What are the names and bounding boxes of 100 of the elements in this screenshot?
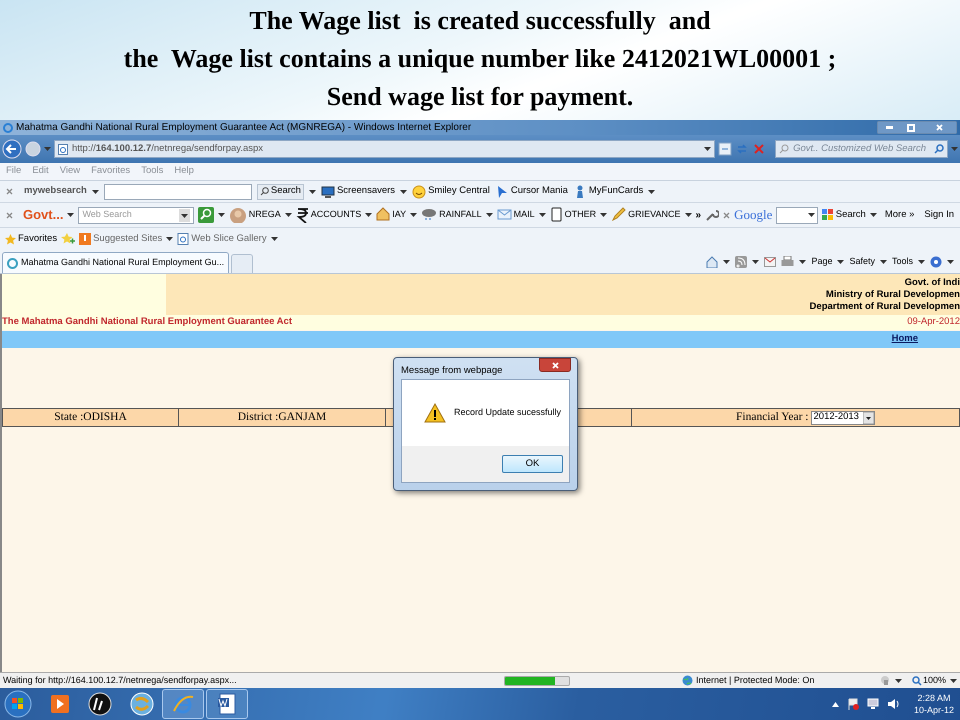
toolbar-brand: Govt...	[23, 206, 64, 224]
search-icon[interactable]	[934, 144, 944, 154]
dropdown-caret-icon[interactable]	[950, 678, 957, 682]
close-button[interactable]	[539, 358, 571, 372]
dropdown-caret-icon[interactable]	[918, 260, 925, 264]
close-icon[interactable]	[723, 212, 730, 218]
feed-icon[interactable]	[735, 256, 748, 268]
toolbar-button[interactable]: Screensavers	[320, 184, 396, 199]
financial-year-select[interactable]: 2012-2013	[810, 410, 875, 424]
dropdown-caret-icon[interactable]	[486, 213, 493, 217]
house-icon	[376, 207, 390, 223]
help-icon[interactable]	[930, 256, 942, 268]
dropdown-caret-icon[interactable]	[808, 213, 815, 217]
smiley-icon	[412, 184, 426, 198]
dropdown-caret-icon[interactable]	[837, 260, 844, 264]
home-icon[interactable]	[706, 256, 718, 268]
toolbar-button[interactable]: RAINFALL	[421, 207, 482, 223]
close-icon[interactable]	[6, 212, 13, 218]
dropdown-caret-icon[interactable]	[218, 213, 225, 217]
media-player-icon[interactable]	[50, 694, 70, 714]
add-favorite-icon[interactable]	[61, 233, 76, 245]
star-icon	[5, 234, 16, 244]
dropdown-caret-icon[interactable]	[284, 213, 292, 217]
clock-time: 2:28 AM	[917, 692, 950, 704]
favorites-link[interactable]: Web Slice Gallery	[177, 232, 267, 246]
address-field[interactable]: http://164.100.12.7/netnrega/sendforpay.aspx	[54, 140, 716, 158]
toolbar-button[interactable]: OTHER	[550, 207, 596, 223]
home-link[interactable]: Home	[892, 332, 918, 347]
overflow-button[interactable]: »	[696, 208, 702, 222]
speaker-icon[interactable]	[886, 698, 900, 710]
favorites-button[interactable]: Favorites	[5, 232, 58, 246]
toolbar-button[interactable]: MyFunCards	[572, 184, 644, 199]
dropdown-caret-icon[interactable]	[308, 190, 316, 194]
header-line: Ministry of Rural Developmen	[826, 288, 960, 300]
dropdown-caret-icon[interactable]	[178, 208, 190, 222]
back-icon[interactable]	[2, 139, 22, 159]
dropdown-caret-icon[interactable]	[400, 190, 408, 194]
table-cell: State :ODISHA	[3, 409, 179, 426]
dropdown-caret-icon[interactable]	[752, 260, 760, 264]
toolbar-brand: mywebsearch	[24, 184, 87, 198]
dropdown-caret-icon[interactable]	[648, 190, 656, 194]
dropdown-caret-icon[interactable]	[870, 213, 877, 217]
envelope-icon[interactable]	[764, 256, 776, 266]
dropdown-caret-icon[interactable]	[270, 237, 278, 241]
globe-icon[interactable]	[130, 692, 154, 716]
round-logo-icon[interactable]	[88, 692, 112, 716]
toolbar-button[interactable]: MAIL	[496, 207, 535, 223]
dropdown-caret-icon[interactable]	[365, 213, 372, 217]
flag-icon[interactable]	[846, 698, 859, 710]
toolbar-button[interactable]: NREGA	[228, 207, 281, 223]
command-menu[interactable]: Page	[811, 254, 832, 268]
toolbar-button[interactable]: Cursor Mania	[494, 184, 568, 199]
command-menu[interactable]: Safety	[849, 254, 875, 268]
dropdown-caret-icon[interactable]	[880, 260, 887, 264]
google-search-button[interactable]: Search	[822, 208, 866, 222]
more-link[interactable]: More »	[884, 208, 914, 222]
search-icon[interactable]	[198, 207, 214, 223]
pencil-icon	[611, 207, 626, 223]
google-logo: Google	[734, 206, 772, 224]
dropdown-caret-icon[interactable]	[799, 260, 806, 264]
dropdown-caret-icon[interactable]	[538, 213, 546, 217]
window-title: Mahatma Gandhi National Rural Employment Guarantee Act (MGNREGA) - Windows Internet Explorer	[16, 121, 472, 135]
taskbar-app-button[interactable]	[206, 689, 248, 719]
toolbar-button[interactable]: IAY	[376, 207, 406, 223]
google-search-field[interactable]	[776, 206, 818, 224]
zoom-button[interactable]: 100%	[912, 674, 946, 688]
person-photo-icon	[228, 207, 247, 223]
close-icon[interactable]	[6, 188, 13, 195]
forward-icon[interactable]	[25, 141, 41, 157]
toolbar-button[interactable]: ACCOUNTS	[296, 207, 362, 223]
toolbar-button[interactable]: GRIEVANCE	[611, 207, 680, 223]
show-hidden-icons-icon[interactable]	[832, 702, 839, 706]
tile-icon	[79, 233, 92, 245]
toolbar-button[interactable]: Smiley Central	[412, 184, 490, 199]
start-orb-icon[interactable]	[4, 690, 32, 718]
favorites-link[interactable]: Suggested Sites	[79, 232, 162, 246]
ok-button[interactable]: OK	[502, 455, 563, 473]
clock[interactable]: 2:28 AM 10-Apr-12	[914, 692, 954, 716]
dropdown-caret-icon[interactable]	[947, 260, 954, 264]
printer-icon[interactable]	[781, 256, 794, 268]
minimize-button[interactable]	[878, 122, 900, 133]
browser-tab[interactable]: Mahatma Gandhi National Rural Employment Gu...	[2, 252, 230, 273]
dropdown-caret-icon[interactable]	[166, 237, 174, 241]
compatibility-view-icon[interactable]	[718, 142, 732, 156]
sign-in-link[interactable]: Sign In	[924, 208, 954, 222]
dropdown-caret-icon[interactable]	[67, 213, 74, 217]
restore-icon	[907, 124, 915, 132]
dropdown-caret-icon[interactable]	[600, 213, 608, 217]
command-menu[interactable]: Tools	[892, 254, 913, 268]
monitor-icon	[320, 184, 335, 198]
dropdown-caret-icon[interactable]	[704, 147, 712, 151]
dropdown-caret-icon[interactable]	[684, 213, 692, 217]
dropdown-caret-icon[interactable]	[92, 190, 99, 194]
dropdown-caret-icon[interactable]	[723, 260, 730, 264]
dropdown-caret-icon[interactable]	[894, 678, 902, 682]
search-button[interactable]: Search	[256, 184, 304, 200]
dropdown-caret-icon[interactable]	[410, 213, 418, 217]
network-icon[interactable]	[866, 698, 879, 710]
wrench-icon[interactable]	[705, 208, 720, 222]
toolbar-search-field[interactable]	[104, 184, 252, 200]
